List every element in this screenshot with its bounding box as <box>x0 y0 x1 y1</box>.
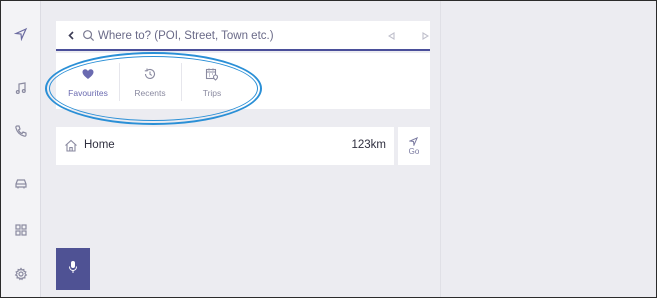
car-icon <box>14 176 28 195</box>
home-label: Home <box>84 139 115 151</box>
calendar-pin-icon <box>204 66 220 82</box>
rail-item-phone[interactable] <box>1 121 41 145</box>
music-note-icon <box>14 81 28 100</box>
tab-trips[interactable]: Trips <box>182 53 242 109</box>
gear-icon <box>14 266 28 286</box>
back-button[interactable] <box>62 27 80 45</box>
navigation-arrow-icon <box>408 133 419 147</box>
rail-item-navigation[interactable] <box>1 24 41 48</box>
microphone-icon <box>68 260 78 279</box>
rail-item-settings[interactable] <box>1 264 41 288</box>
home-list-item[interactable]: Home 123km <box>56 127 394 165</box>
chevron-left-icon <box>67 27 76 45</box>
grid-icon <box>14 223 28 242</box>
voice-input-button[interactable] <box>56 248 90 290</box>
home-distance: 123km <box>351 139 386 151</box>
tab-favourites-label: Favourites <box>68 88 108 98</box>
phone-icon <box>14 124 28 143</box>
home-icon <box>64 139 80 153</box>
search-icon <box>82 29 96 43</box>
navigation-arrow-icon <box>13 27 28 46</box>
search-bar <box>56 21 430 51</box>
triangle-right-icon <box>421 27 429 45</box>
tab-recents[interactable]: Recents <box>120 53 180 109</box>
tab-favourites[interactable]: Favourites <box>58 53 118 109</box>
navigation-panel: Favourites Recents Trips Home 123km Go <box>42 1 440 297</box>
rail-item-music[interactable] <box>1 78 41 102</box>
previous-button[interactable] <box>382 27 400 45</box>
tab-trips-label: Trips <box>202 88 222 98</box>
tab-recents-label: Recents <box>134 88 166 98</box>
triangle-left-icon <box>387 27 395 45</box>
history-icon <box>142 66 158 82</box>
next-button[interactable] <box>416 27 434 45</box>
go-label: Go <box>408 147 420 156</box>
rail-item-apps[interactable] <box>1 220 41 244</box>
side-rail <box>1 1 41 297</box>
map-area <box>440 1 656 297</box>
go-button[interactable]: Go <box>398 127 430 165</box>
heart-icon <box>80 66 96 82</box>
search-input[interactable] <box>98 26 348 46</box>
quick-access-tabs: Favourites Recents Trips <box>56 53 430 109</box>
rail-item-vehicle[interactable] <box>1 173 41 197</box>
